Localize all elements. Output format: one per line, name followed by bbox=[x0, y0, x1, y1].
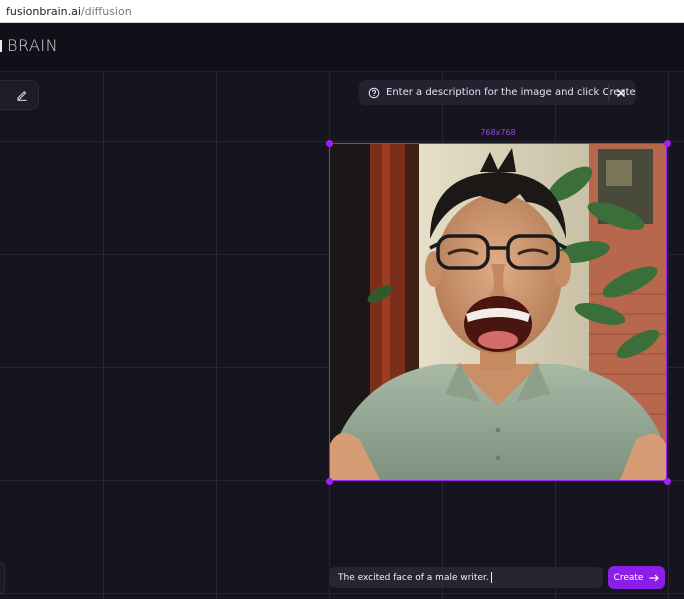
image-size-label: 768x768 bbox=[480, 128, 516, 137]
text-caret bbox=[490, 572, 492, 583]
hint-text: Enter a description for the image and cl… bbox=[386, 87, 636, 98]
hint-divider bbox=[608, 84, 609, 101]
prompt-input[interactable]: The excited face of a male writer. bbox=[330, 567, 603, 588]
generated-image bbox=[330, 144, 666, 480]
url-host: fusionbrain.ai bbox=[6, 4, 81, 18]
app-header bbox=[0, 23, 684, 72]
create-button[interactable]: Create bbox=[608, 566, 665, 589]
create-label: Create bbox=[613, 572, 644, 583]
url-path: /diffusion bbox=[80, 4, 132, 18]
resize-handle-top-right[interactable] bbox=[663, 139, 671, 147]
resize-handle-bottom-left[interactable] bbox=[325, 477, 333, 485]
logo-mark bbox=[0, 40, 2, 52]
arrow-right-icon bbox=[649, 574, 660, 582]
hint-banner: Enter a description for the image and cl… bbox=[359, 80, 636, 105]
address-bar[interactable]: fusionbrain.ai/diffusion bbox=[0, 0, 684, 23]
question-circle-icon bbox=[368, 87, 380, 99]
side-panel-edge[interactable] bbox=[0, 562, 5, 594]
pencil-icon bbox=[16, 89, 28, 101]
resize-handle-top-left[interactable] bbox=[325, 139, 333, 147]
generated-image-frame[interactable] bbox=[329, 143, 667, 481]
edit-button[interactable] bbox=[0, 80, 39, 110]
prompt-text: The excited face of a male writer. bbox=[338, 572, 489, 583]
resize-handle-bottom-right[interactable] bbox=[663, 477, 671, 485]
logo-text[interactable]: BRAIN bbox=[7, 36, 58, 55]
close-icon[interactable] bbox=[614, 86, 627, 99]
